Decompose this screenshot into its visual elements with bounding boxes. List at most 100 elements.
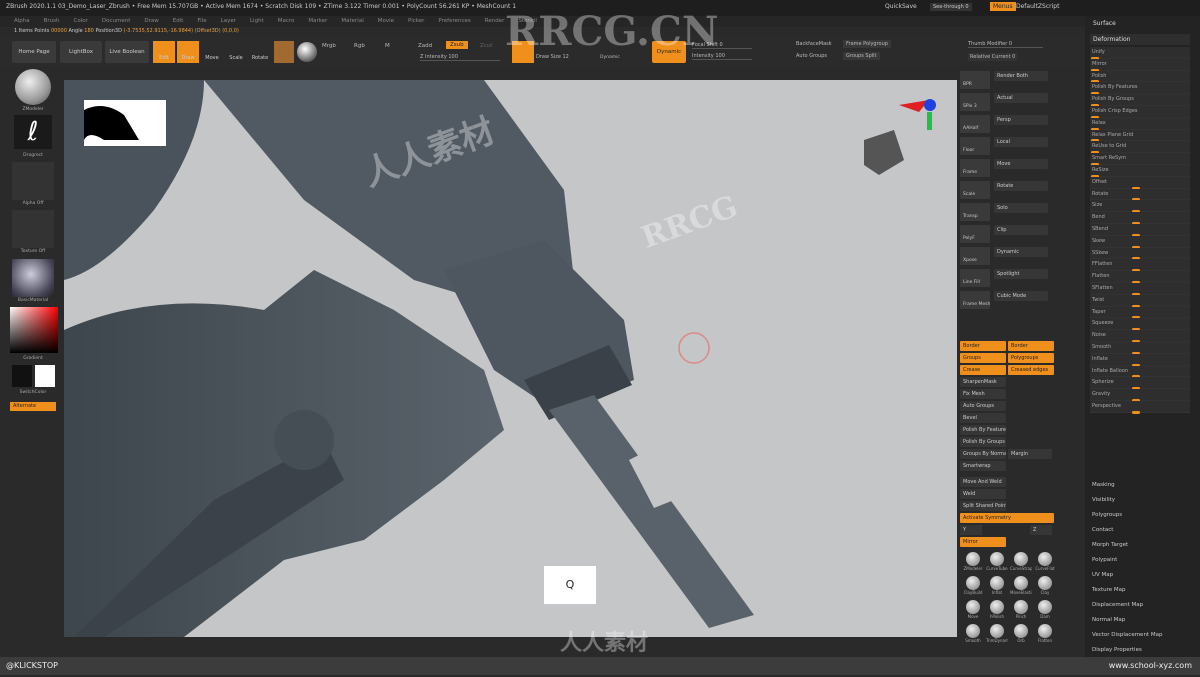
op-smartwrap[interactable]: Smartwrap (960, 461, 1006, 471)
alpha-thumb[interactable] (12, 162, 54, 200)
deformation-bend[interactable]: Bend (1090, 212, 1190, 225)
menu-displacement-map[interactable]: Displacement Map (1085, 602, 1200, 617)
op-groups-by-normals[interactable]: Groups By Normals (960, 449, 1006, 459)
draw-size-slider[interactable]: Draw Size 12 (536, 54, 569, 60)
brush-thumb-dam[interactable]: Dam (1034, 600, 1056, 622)
op-auto-groups[interactable]: Auto Groups (960, 401, 1004, 411)
m-button[interactable]: M (385, 43, 390, 49)
op-weld[interactable]: Weld (960, 489, 1006, 499)
menu-preferences[interactable]: Preferences (438, 18, 470, 24)
focal-shift-slider[interactable]: Focal Shift 0 (692, 42, 752, 49)
brush-thumb-smooth[interactable]: Smooth (962, 624, 984, 646)
zadd-button[interactable]: Zadd (418, 43, 432, 49)
shelf-button-bpr[interactable]: BPR (960, 71, 990, 89)
deformation-spherize[interactable]: Spherize (1090, 377, 1190, 391)
deformation-polish-crisp-edges[interactable]: Polish Crisp Edges (1090, 105, 1190, 119)
shelf-button-frame-mesh[interactable]: Frame Mesh (960, 291, 990, 309)
deformation-slider[interactable] (1132, 410, 1140, 414)
menu-edit[interactable]: Edit (173, 18, 184, 24)
live-boolean-button[interactable]: Live Boolean (105, 41, 149, 63)
lazy-mouse-button[interactable] (512, 41, 534, 63)
menu-uv-map[interactable]: UV Map (1085, 572, 1200, 587)
deformation-polish-by-features[interactable]: Polish By Features (1090, 82, 1190, 96)
menu-morph-target[interactable]: Morph Target (1085, 542, 1200, 557)
op-bevel[interactable]: Bevel (960, 413, 1006, 423)
shelf-button-spix-3[interactable]: SPix 3 (960, 93, 990, 111)
menu-visibility[interactable]: Visibility (1085, 497, 1200, 512)
menu-file[interactable]: File (197, 18, 206, 24)
brush-thumb-pinch[interactable]: Pinch (1010, 600, 1032, 622)
menu-material[interactable]: Material (341, 18, 363, 24)
deformation-header[interactable]: Deformation (1090, 34, 1190, 45)
brush-thumb-clay[interactable]: Clay (1034, 576, 1056, 598)
rgb-button[interactable]: Rgb (354, 43, 365, 49)
deformation-relax[interactable]: Relax (1090, 117, 1190, 131)
menu-brush[interactable]: Brush (44, 18, 60, 24)
deformation-flatten[interactable]: Flatten (1090, 271, 1190, 284)
groups-split-button[interactable]: Groups Split (843, 52, 880, 60)
shelf-button-move[interactable]: Move (994, 159, 1048, 169)
brush-thumb-trimdynamic[interactable]: TrimDynamic (986, 624, 1008, 646)
menus-toggle[interactable]: Menus (990, 2, 1016, 11)
deformation-offset[interactable]: Offset (1090, 176, 1190, 190)
shelf-button-actual[interactable]: Actual (994, 93, 1048, 103)
shelf-button-polyf[interactable]: PolyF (960, 225, 990, 243)
rotate-button[interactable]: Rotate (249, 41, 271, 63)
texture-thumb[interactable] (12, 210, 54, 248)
menu-stencil[interactable]: Stencil (518, 18, 537, 24)
deformation-smart-resym[interactable]: Smart ReSym (1090, 153, 1190, 166)
brush-thumb-flatten[interactable]: Flatten (1034, 624, 1056, 646)
menu-alpha[interactable]: Alpha (14, 18, 30, 24)
shelf-button-spotlight[interactable]: Spotlight (994, 269, 1048, 279)
color-picker[interactable] (10, 307, 58, 353)
shelf-button-frame[interactable]: Frame (960, 159, 990, 177)
deformation-taper[interactable]: Taper (1090, 306, 1190, 320)
shelf-button-cubic-mode[interactable]: Cubic Mode (994, 291, 1048, 301)
shelf-button-dynamic[interactable]: Dynamic (994, 247, 1048, 257)
brush-thumb-inflat[interactable]: Inflat (986, 576, 1008, 598)
draw-button[interactable]: Draw (177, 41, 199, 63)
deformation-sbend[interactable]: SBend (1090, 223, 1190, 237)
menu-masking[interactable]: Masking (1085, 482, 1200, 497)
brush-thumb-hpolish[interactable]: hPolish (986, 600, 1008, 622)
canvas-viewport[interactable]: Q (64, 80, 957, 637)
menu-polygroups[interactable]: Polygroups (1085, 512, 1200, 527)
orange-button-1[interactable]: Border (1008, 341, 1054, 351)
deformation-noise[interactable]: Noise (1090, 330, 1190, 343)
alternate-button[interactable]: Alternate (10, 402, 56, 411)
brush-thumb-curvestrap[interactable]: CurveStrap (1010, 552, 1032, 574)
scale-button[interactable]: Scale (225, 41, 247, 63)
menu-texture-map[interactable]: Texture Map (1085, 587, 1200, 602)
orange-button-5[interactable]: Creased edges (1008, 365, 1054, 375)
menu-movie[interactable]: Movie (378, 18, 394, 24)
deformation-fflatten[interactable]: FFlatten (1090, 259, 1190, 273)
switch-color-button[interactable]: SwitchColor (10, 390, 56, 395)
lightbox-button[interactable]: LightBox (60, 41, 102, 63)
shelf-button-aahalf[interactable]: AAHalf (960, 115, 990, 133)
deformation-rotate[interactable]: Rotate (1090, 188, 1190, 202)
material-swatch[interactable] (274, 41, 294, 63)
material-sphere-icon[interactable] (297, 42, 317, 62)
orange-button-2[interactable]: Groups (960, 353, 1006, 363)
deformation-twist[interactable]: Twist (1090, 294, 1190, 308)
primary-color[interactable] (35, 365, 55, 387)
z-intensity-slider[interactable]: Z Intensity 100 (420, 54, 500, 61)
menu-picker[interactable]: Picker (408, 18, 424, 24)
deformation-gravity[interactable]: Gravity (1090, 389, 1190, 402)
op-z[interactable]: Z (1030, 525, 1052, 535)
shelf-button-render-both[interactable]: Render Both (994, 71, 1048, 81)
orange-button-0[interactable]: Border (960, 341, 1006, 351)
op-polish-by-features[interactable]: Polish By Features (960, 425, 1006, 435)
orange-button-4[interactable]: Crease (960, 365, 1006, 375)
deformation-skew[interactable]: Skew (1090, 235, 1190, 249)
zcut-button[interactable]: Zcut (480, 43, 492, 49)
shelf-button-persp[interactable]: Persp (994, 115, 1048, 125)
menu-marker[interactable]: Marker (308, 18, 327, 24)
relative-current-button[interactable]: Relative Current 0 (968, 53, 1018, 61)
deformation-inflate[interactable]: Inflate (1090, 353, 1190, 367)
shelf-button-scale[interactable]: Scale (960, 181, 990, 199)
deformation-polish[interactable]: Polish (1090, 70, 1190, 84)
home-page-button[interactable]: Home Page (12, 41, 56, 63)
shelf-button-line-fill[interactable]: Line Fill (960, 269, 990, 287)
menu-light[interactable]: Light (250, 18, 264, 24)
